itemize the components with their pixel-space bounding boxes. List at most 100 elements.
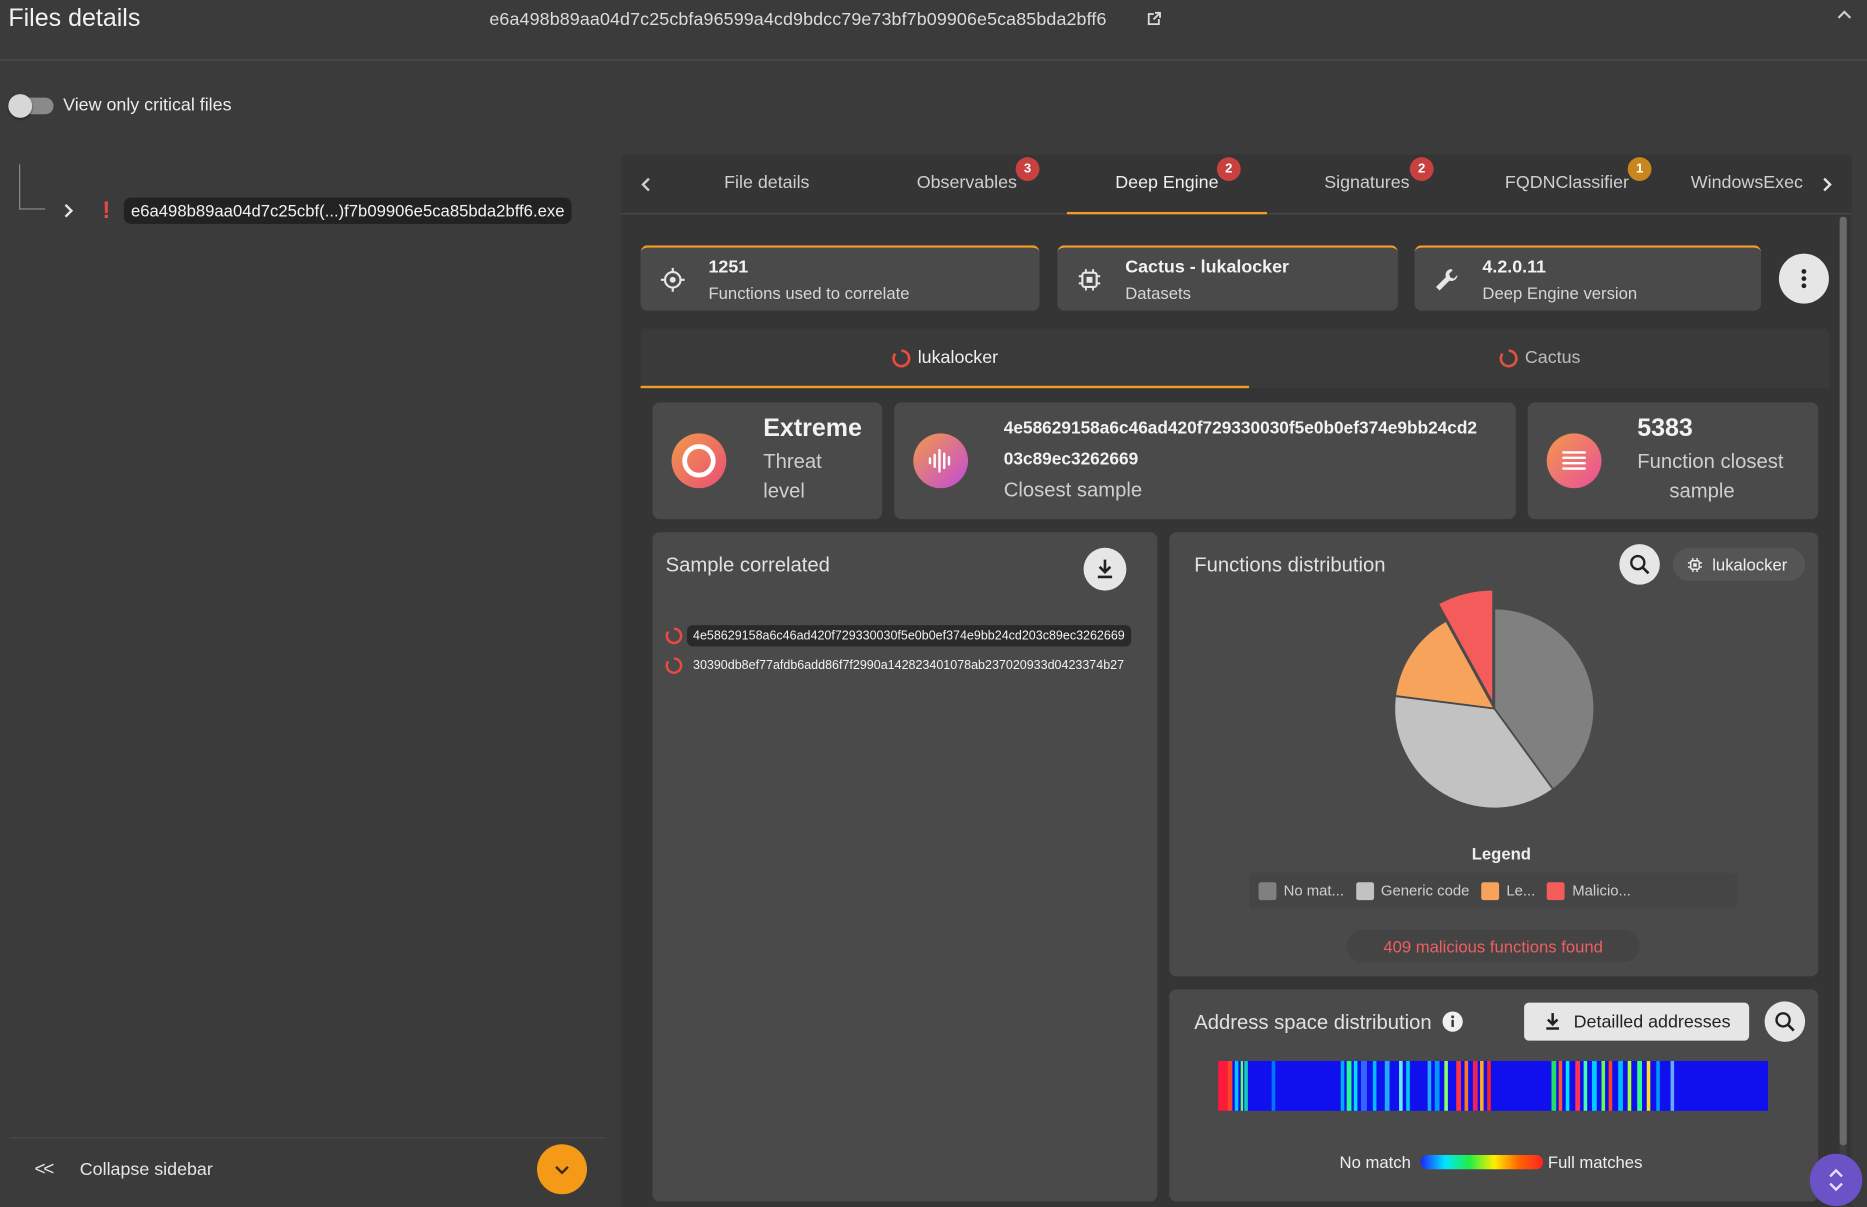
sample-correlated-title: Sample correlated xyxy=(665,553,830,577)
legend-item-malicious[interactable]: Malicio... xyxy=(1547,881,1631,900)
download-samples-button[interactable] xyxy=(1083,547,1127,591)
legend-title: Legend xyxy=(1471,844,1531,864)
chevron-down-icon xyxy=(555,1166,569,1175)
chevron-left-icon xyxy=(641,177,650,192)
waveform-icon xyxy=(913,433,969,489)
signatures-count-badge: 2 xyxy=(1409,157,1434,181)
address-space-heatmap[interactable] xyxy=(1218,1060,1769,1111)
address-search-button[interactable] xyxy=(1764,1001,1806,1042)
heatmap-stripe xyxy=(1591,1060,1597,1111)
legend-item-legit[interactable]: Le... xyxy=(1481,881,1535,900)
heatmap-stripe xyxy=(1240,1060,1244,1111)
critical-files-toggle-label: View only critical files xyxy=(63,95,232,116)
scrollbar-thumb[interactable] xyxy=(1839,216,1847,1146)
legend-item-generic-code[interactable]: Generic code xyxy=(1355,881,1469,900)
heatmap-stripe xyxy=(1406,1060,1410,1111)
heatmap-background xyxy=(1218,1060,1769,1111)
subtab-lukalocker[interactable]: lukalocker xyxy=(641,329,1249,389)
heatmap-stripe xyxy=(1627,1060,1632,1111)
functions-used-label: Functions used to correlate xyxy=(708,283,910,303)
heatmap-stripe xyxy=(1234,1060,1239,1111)
heatmap-stripe xyxy=(1646,1060,1651,1111)
info-icon[interactable] xyxy=(1442,1011,1463,1032)
detailed-addresses-button[interactable]: Detailled addresses xyxy=(1524,1002,1750,1041)
deep-engine-count-badge: 2 xyxy=(1216,157,1241,181)
tree-file-item[interactable]: e6a498b89aa04d7c25cbf(...)f7b09906e5ca85… xyxy=(123,197,572,224)
malicious-functions-badge: 409 malicious functions found xyxy=(1346,929,1640,963)
heatmap-stripe xyxy=(1346,1060,1352,1111)
legend-item-no-match[interactable]: No mat... xyxy=(1258,881,1344,900)
threat-level-card: Extreme Threat level xyxy=(652,402,883,520)
tree-connector xyxy=(19,164,46,210)
info-card-engine-version: 4.2.0.11 Deep Engine version xyxy=(1414,245,1762,311)
heatmap-stripe xyxy=(1558,1060,1563,1111)
legend-swatch xyxy=(1481,881,1500,900)
legend-swatch xyxy=(1355,881,1374,900)
legend-swatch xyxy=(1547,881,1566,900)
threat-ring-icon xyxy=(892,349,911,368)
function-closest-card: 5383 Function closest sample xyxy=(1527,402,1819,520)
heatmap-stripe xyxy=(1670,1060,1675,1111)
engine-version-label: Deep Engine version xyxy=(1482,283,1638,303)
download-icon xyxy=(1097,559,1113,579)
scale-high-label: Full matches xyxy=(1547,1152,1643,1172)
sample-item[interactable]: 30390db8ef77afdb6add86f7f2990a1428234010… xyxy=(664,653,1130,679)
chip-icon xyxy=(1687,557,1702,572)
heatmap-stripe xyxy=(1464,1060,1469,1111)
tab-prev-button[interactable] xyxy=(622,155,670,215)
closest-sample-hash-line2: 03c89ec3262669 xyxy=(1003,450,1139,470)
info-card-datasets: Cactus - lukalocker Datasets xyxy=(1057,245,1398,311)
tab-next-button[interactable] xyxy=(1804,155,1852,215)
functions-used-value: 1251 xyxy=(708,257,749,278)
scroll-down-button[interactable] xyxy=(537,1144,588,1195)
chevron-right-icon xyxy=(1823,177,1832,192)
heatmap-stripe xyxy=(1444,1060,1448,1111)
scale-low-label: No match xyxy=(1339,1152,1411,1172)
alert-icon: ! xyxy=(102,197,111,224)
datasets-value: Cactus - lukalocker xyxy=(1125,257,1290,278)
heatmap-stripe xyxy=(1565,1060,1570,1111)
subtab-cactus[interactable]: Cactus xyxy=(1249,329,1830,389)
critical-files-toggle[interactable] xyxy=(8,94,54,118)
threat-ring-icon xyxy=(671,433,727,489)
functions-pie-chart[interactable] xyxy=(1381,572,1607,822)
address-space-title: Address space distribution xyxy=(1194,1010,1432,1034)
heatmap-stripe xyxy=(1434,1060,1440,1111)
collapse-up-icon[interactable] xyxy=(1835,5,1854,24)
heatmap-stripe xyxy=(1427,1060,1432,1111)
closest-sample-hash-line1: 4e58629158a6c46ad420f729330030f5e0b0ef37… xyxy=(1003,419,1478,439)
heatmap-stripe xyxy=(1601,1060,1606,1111)
download-icon xyxy=(1545,1013,1559,1030)
tab-file-details[interactable]: File details xyxy=(669,155,864,215)
heatmap-stripe xyxy=(1360,1060,1367,1111)
functions-search-button[interactable] xyxy=(1619,544,1660,585)
heatmap-stripe xyxy=(1637,1060,1642,1111)
double-chevron-left-icon[interactable]: << xyxy=(35,1160,55,1181)
collapse-sidebar-button[interactable]: Collapse sidebar xyxy=(80,1160,213,1180)
chip-icon xyxy=(1078,269,1101,291)
tab-signatures[interactable]: Signatures xyxy=(1267,155,1467,215)
threat-level-label: Threat level xyxy=(763,450,822,503)
external-link-icon[interactable] xyxy=(1145,11,1162,28)
observables-count-badge: 3 xyxy=(1015,157,1040,181)
threat-ring-icon xyxy=(665,657,683,674)
more-options-button[interactable] xyxy=(1778,253,1829,304)
scroll-toggle-button[interactable] xyxy=(1809,1153,1863,1207)
info-card-functions-used: 1251 Functions used to correlate xyxy=(640,245,1040,311)
tab-windowsexec[interactable]: WindowsExec xyxy=(1691,155,1810,215)
list-icon xyxy=(1546,433,1602,489)
heatmap-stripe xyxy=(1551,1060,1557,1111)
heatmap-stripe xyxy=(1472,1060,1478,1111)
heatmap-stripe xyxy=(1353,1060,1358,1111)
heatmap-stripe xyxy=(1480,1060,1484,1111)
chevron-right-icon[interactable] xyxy=(61,201,78,220)
search-icon xyxy=(1775,1012,1795,1032)
search-icon xyxy=(1630,554,1650,575)
heatmap-stripe xyxy=(1244,1060,1248,1111)
dataset-chip[interactable]: lukalocker xyxy=(1672,547,1806,582)
heatmap-stripe xyxy=(1271,1060,1276,1111)
sidebar-divider xyxy=(9,1137,605,1139)
sample-item[interactable]: 4e58629158a6c46ad420f729330030f5e0b0ef37… xyxy=(664,623,1131,649)
crosshair-icon xyxy=(660,267,685,292)
function-closest-value: 5383 xyxy=(1637,414,1693,442)
